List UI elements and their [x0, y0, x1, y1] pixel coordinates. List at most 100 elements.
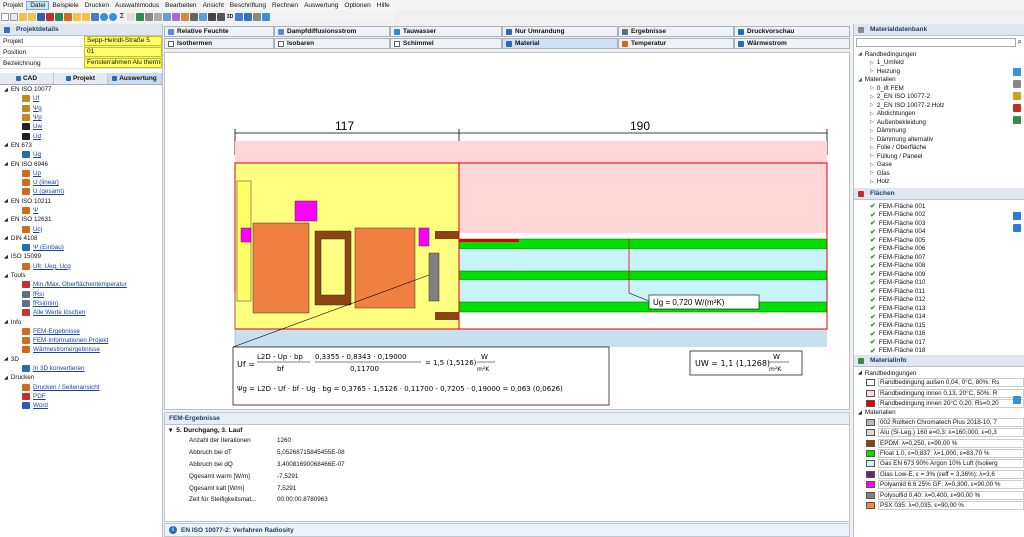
delete-icon[interactable]	[1013, 104, 1021, 112]
expand-icon[interactable]: ◢	[4, 356, 8, 362]
flaeche-item[interactable]: ✔ FEM-Fläche 005	[856, 236, 1024, 245]
materialinfo-item[interactable]: Alu (Si-Leg.) 160 e=0,3: λ=160,000, ε=0,…	[856, 428, 1024, 438]
chart-icon[interactable]	[217, 12, 225, 21]
flaeche-item[interactable]: ✔ FEM-Fläche 010	[856, 279, 1024, 288]
mesh-icon[interactable]	[190, 12, 198, 21]
tab-checkbox[interactable]	[394, 40, 400, 47]
flaeche-item[interactable]: ✔ FEM-Fläche 002	[856, 211, 1024, 220]
tab-auswertung[interactable]: Auswertung	[108, 73, 162, 84]
menu-optionen[interactable]: Optionen	[341, 2, 373, 9]
materialinfo-item[interactable]: Gas EN 673 90% Argon 10% Luft (Isolierg	[856, 459, 1024, 469]
tree-link-item[interactable]: Ug	[2, 150, 162, 159]
expand-icon[interactable]: ◢	[4, 235, 8, 241]
import-icon[interactable]	[1013, 116, 1021, 124]
export-icon[interactable]	[64, 12, 72, 21]
view-tab-row2[interactable]: Isobaren	[274, 38, 390, 49]
material-db-item[interactable]: ▷ Glas	[856, 169, 1024, 178]
expand-icon[interactable]: ◢	[4, 375, 8, 381]
tree-link-item[interactable]: Ufr, Ueg, Ucg	[2, 262, 162, 271]
expand-icon[interactable]: ◢	[4, 87, 8, 93]
tree-group[interactable]: ◢ Drucken	[2, 373, 162, 382]
view-tab-row2[interactable]: Schimmel	[390, 38, 502, 49]
material-db-item[interactable]: ▷ 2_EN ISO 10077-2	[856, 93, 1024, 102]
view-icon[interactable]	[235, 12, 243, 21]
flaeche-item[interactable]: ✔ FEM-Fläche 015	[856, 321, 1024, 330]
materialinfo-item[interactable]: Randbedingung außen 0,04, 0°C, 80%: Rs	[856, 378, 1024, 388]
tree-link-item[interactable]: fRsi	[2, 290, 162, 299]
tree-group[interactable]: ◢ EN ISO 10211	[2, 197, 162, 206]
material-db-item[interactable]: ▷ Füllung / Paneel	[856, 152, 1024, 161]
expand-icon[interactable]: ▷	[870, 128, 874, 134]
menu-ansicht[interactable]: Ansicht	[200, 2, 227, 9]
undo-icon[interactable]	[100, 12, 108, 21]
new-file-icon[interactable]	[1, 12, 9, 21]
expand-icon[interactable]: ◢	[4, 254, 8, 260]
tab-checkbox[interactable]	[278, 40, 284, 47]
table-icon[interactable]	[154, 12, 162, 21]
view-tab-row1[interactable]: Ergebnisse	[618, 26, 734, 37]
tab-cad[interactable]: CAD	[0, 73, 54, 84]
material-db-item[interactable]: ▷ Dämmung alternativ	[856, 135, 1024, 144]
sum-icon[interactable]: Σ	[118, 12, 126, 21]
expand-icon[interactable]: ◢	[4, 217, 8, 223]
flaeche-item[interactable]: ✔ FEM-Fläche 003	[856, 219, 1024, 228]
zoom-icon[interactable]	[208, 12, 216, 21]
materialinfo-group[interactable]: ◢ Materialien	[856, 409, 1024, 418]
tree-link-item[interactable]: Drucken / Seitenansicht	[2, 383, 162, 392]
expand-icon[interactable]: ◢	[4, 161, 8, 167]
tree-link-item[interactable]: Min./Max. Oberflächentemperatur	[2, 280, 162, 289]
view-tab-row2[interactable]: Temperatur	[618, 38, 734, 49]
material-db-item[interactable]: ▷ Holz	[856, 178, 1024, 187]
tree-link-item[interactable]: Wärmestromergebnisse	[2, 345, 162, 354]
menu-rechnen[interactable]: Rechnen	[269, 2, 301, 9]
material-db-item[interactable]: ▷ Gase	[856, 161, 1024, 170]
tree-link-item[interactable]: Uf	[2, 94, 162, 103]
expand-icon[interactable]: ▷	[870, 68, 874, 74]
materialinfo-group[interactable]: ◢ Randbedingungen	[856, 369, 1024, 378]
material-db-item[interactable]: ◢ Materialien	[856, 76, 1024, 85]
tree-link-item[interactable]: U (gesamt)	[2, 187, 162, 196]
move-up-icon[interactable]	[1013, 212, 1021, 220]
tree-link-item[interactable]: Ψp	[2, 113, 162, 122]
tree-group[interactable]: ◢ EN 673	[2, 141, 162, 150]
flaeche-item[interactable]: ✔ FEM-Fläche 018	[856, 347, 1024, 356]
property-value-field[interactable]: Fensterrahmen Alu thermi	[84, 58, 162, 68]
menu-datei[interactable]: Datei	[26, 0, 50, 10]
tree-group[interactable]: ◢ Info	[2, 317, 162, 326]
view-tab-row1[interactable]: Tauwasser	[390, 26, 502, 37]
flaeche-item[interactable]: ✔ FEM-Fläche 004	[856, 228, 1024, 237]
drawing-canvas[interactable]: 117 190 Ug = 0,720 W/(m²K) Uf = L2D - Up…	[164, 52, 850, 410]
layout-icon[interactable]	[262, 12, 270, 21]
expand-icon[interactable]: ◢	[4, 198, 8, 204]
tree-link-item[interactable]: Ucj	[2, 224, 162, 233]
material-db-item[interactable]: ▷ Abdichtungen	[856, 110, 1024, 119]
material-db-item[interactable]: ▷ Dämmung	[856, 127, 1024, 136]
tree-link-item[interactable]: Uw	[2, 122, 162, 131]
menu-beispiele[interactable]: Beispiele	[49, 2, 81, 9]
tree-link-item[interactable]: FEM-Informationen Projekt	[2, 336, 162, 345]
menu-bearbeiten[interactable]: Bearbeiten	[162, 2, 199, 9]
materialinfo-item[interactable]: Polyamid 6.6 25% GF: λ=0,300, ε=90,00 %	[856, 480, 1024, 490]
materialinfo-item[interactable]: EPDM: λ=0,250, ε=90,00 %	[856, 438, 1024, 448]
menu-hilfe[interactable]: Hilfe	[374, 2, 393, 9]
view-tab-row1[interactable]: Nur Umrandung	[502, 26, 618, 37]
menu-projekt[interactable]: Projekt	[0, 2, 26, 9]
flaeche-item[interactable]: ✔ FEM-Fläche 009	[856, 270, 1024, 279]
flaeche-item[interactable]: ✔ FEM-Fläche 017	[856, 338, 1024, 347]
expand-icon[interactable]: ▷	[870, 145, 874, 151]
materialinfo-item[interactable]: 002 Rolltech Chromatech Plus 2018-10, 7	[856, 417, 1024, 427]
materialinfo-item[interactable]: Glas Low-E, ε = 3% (εeff = 3,36%): λ=3,6	[856, 469, 1024, 479]
material-db-item[interactable]: ▷ 1_Umfeld	[856, 59, 1024, 68]
expand-icon[interactable]: ▷	[870, 60, 874, 66]
materialinfo-item[interactable]: Randbedingung innen 20°C 0.20: Rs=0,20	[856, 398, 1024, 408]
expand-icon[interactable]: ▷	[870, 162, 874, 168]
view-tab-row1[interactable]: Relative Feuchte	[164, 26, 274, 37]
tree-link-item[interactable]: Ψg	[2, 104, 162, 113]
flaeche-item[interactable]: ✔ FEM-Fläche 001	[856, 202, 1024, 211]
import-icon[interactable]	[82, 12, 90, 21]
view-tab-row2[interactable]: Isothermen	[164, 38, 274, 49]
open-recent-icon[interactable]	[28, 12, 36, 21]
flag-icon[interactable]	[136, 12, 144, 21]
section-drawing[interactable]: 117 190 Ug = 0,720 W/(m²K) Uf = L2D - Up…	[165, 53, 851, 411]
tree-link-item[interactable]: In 3D konvertieren	[2, 364, 162, 373]
